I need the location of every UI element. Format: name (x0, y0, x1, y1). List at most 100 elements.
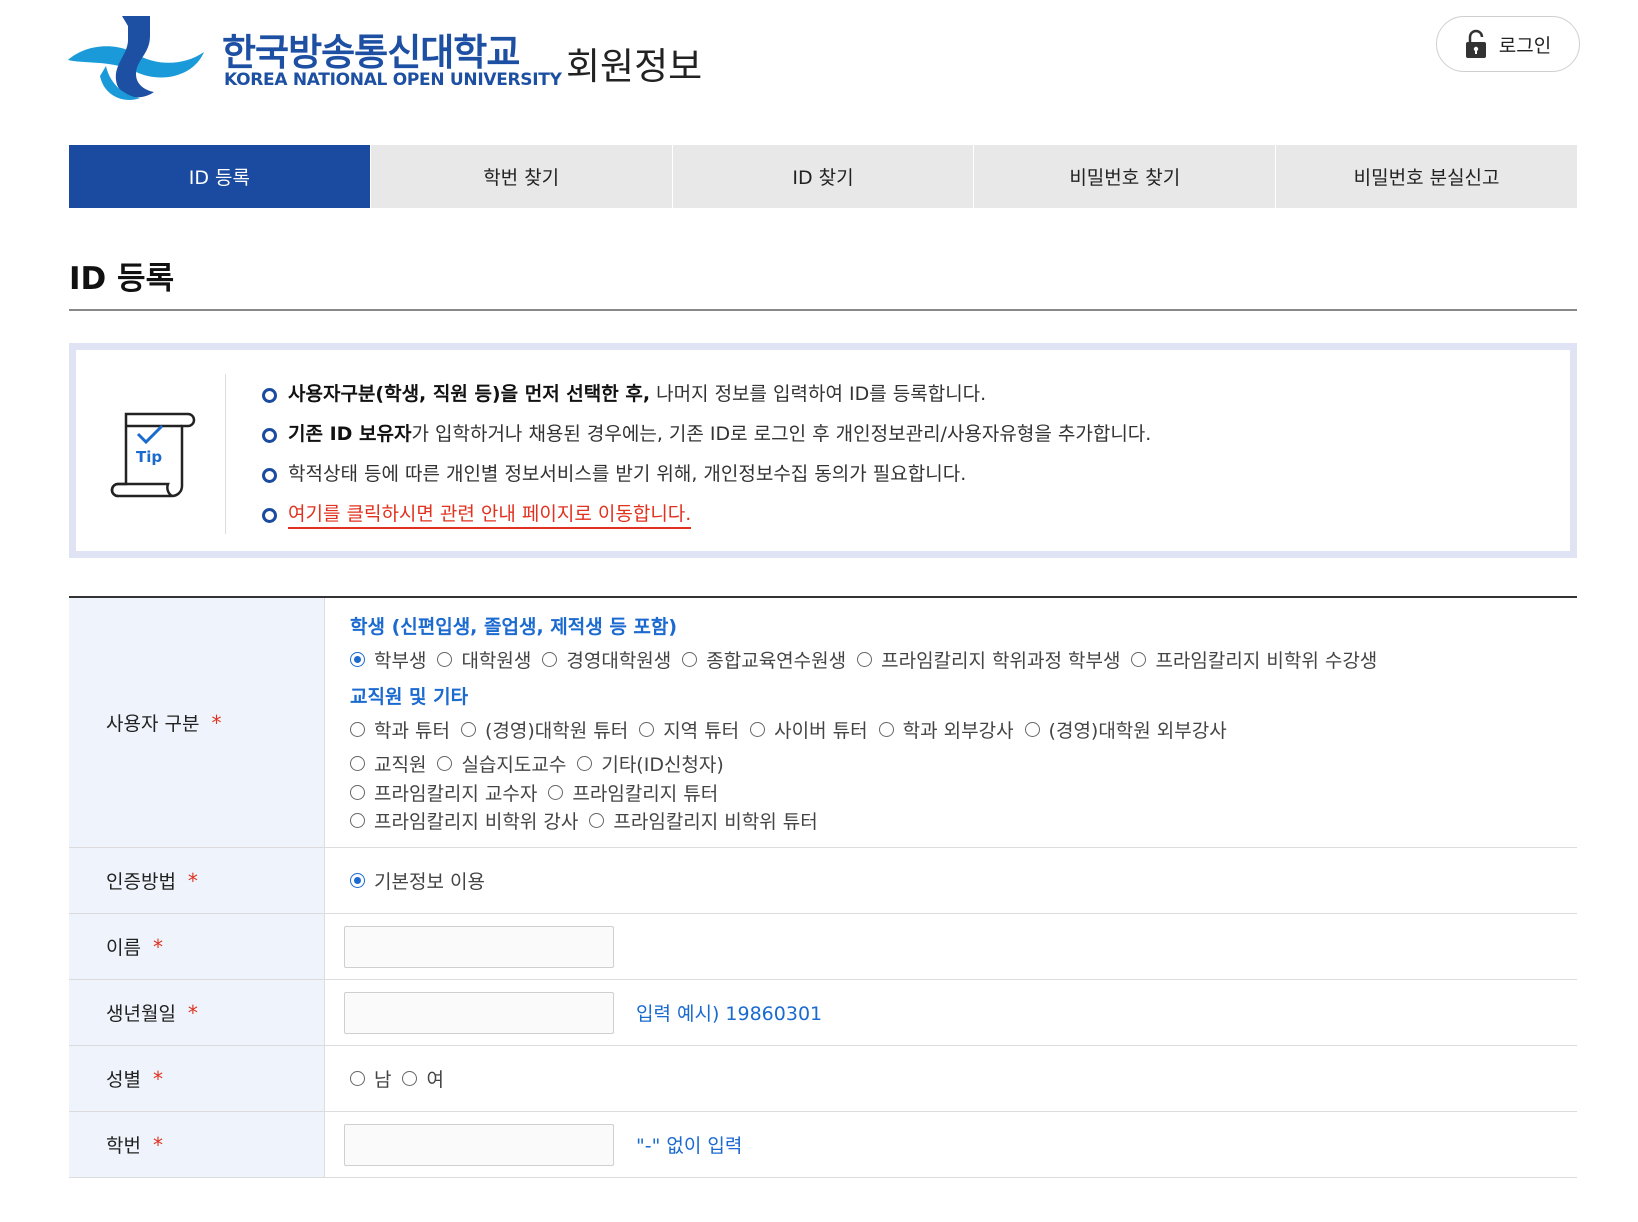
logo-text-korean: 한국방송통신대학교 (222, 31, 520, 74)
tip-item: 사용자구분(학생, 직원 등)을 먼저 선택한 후, 나머지 정보를 입력하여 … (262, 374, 1151, 414)
lock-icon (1465, 29, 1486, 58)
radio-dot (548, 784, 564, 800)
auth-method-label: 인증방법 * (69, 848, 325, 913)
radio-dot (437, 652, 453, 668)
section-divider (69, 309, 1577, 311)
user-type-radio[interactable]: 실습지도교수 (437, 750, 566, 777)
user-type-label: 사용자 구분 * (69, 598, 325, 847)
radio-dot (402, 1071, 418, 1086)
required-mark: * (152, 1066, 163, 1091)
radio-dot (857, 652, 873, 668)
gender-value: 남 여 (325, 1046, 1577, 1111)
radio-dot (350, 784, 365, 800)
staff-group-title: 교직원 및 기타 (350, 685, 469, 708)
user-type-radio[interactable]: (경영)대학원 튜터 (460, 716, 628, 743)
user-type-radio[interactable]: 프라임칼리지 교수자 (350, 779, 537, 806)
student-number-label: 학번 * (69, 1112, 325, 1177)
required-mark: * (187, 868, 198, 893)
section-title: ID 등록 (69, 261, 175, 297)
auth-method-radio[interactable]: 기본정보 이용 (350, 867, 485, 894)
tip-item: 여기를 클릭하시면 관련 안내 페이지로 이동합니다. (262, 494, 1151, 534)
radio-dot (437, 755, 453, 771)
tab-find-id[interactable]: ID 찾기 (671, 145, 974, 208)
gender-radio-female[interactable]: 여 (402, 1065, 444, 1092)
tip-icon-label: Tip (136, 448, 162, 466)
user-type-radio[interactable]: 경영대학원생 (542, 646, 671, 673)
guide-page-link[interactable]: 여기를 클릭하시면 관련 안내 페이지로 이동합니다. (288, 503, 692, 529)
tip-scroll-icon: Tip (110, 412, 196, 498)
radio-dot (350, 721, 365, 737)
tab-find-password[interactable]: 비밀번호 찾기 (973, 145, 1275, 208)
user-type-options: 학생 (신편입생, 졸업생, 제적생 등 포함) 학부생 대학원생 경영대학원생 종합… (325, 598, 1577, 847)
radio-dot (350, 652, 365, 668)
user-type-radio[interactable]: 지역 튜터 (639, 716, 739, 743)
required-mark: * (211, 710, 222, 735)
birth-date-input[interactable] (344, 991, 614, 1034)
name-row: 이름 * (69, 914, 1577, 980)
tip-divider (225, 374, 226, 534)
required-mark: * (187, 1000, 198, 1025)
student-radio-group: 학부생 대학원생 경영대학원생 종합교육연수원생 프라임칼리지 학위과정 학부생 프라임칼… (350, 644, 1388, 676)
radio-dot (350, 873, 365, 888)
radio-dot (878, 721, 894, 737)
tip-item: 학적상태 등에 따른 개인별 정보서비스를 받기 위해, 개인정보수집 동의가 … (262, 454, 1151, 494)
user-type-radio[interactable]: 프라임칼리지 학위과정 학부생 (857, 646, 1120, 673)
member-tabs: ID 등록 학번 찾기 ID 찾기 비밀번호 찾기 비밀번호 분실신고 (69, 145, 1577, 208)
tab-find-student-number[interactable]: 학번 찾기 (369, 145, 672, 208)
radio-dot (350, 813, 365, 829)
tip-item: 기존 ID 보유자가 입학하거나 채용된 경우에는, 기존 ID로 로그인 후 … (262, 414, 1151, 454)
user-type-radio[interactable]: 교직원 (350, 750, 426, 777)
staff-radio-group: 프라임칼리지 교수자 프라임칼리지 튜터 (350, 778, 729, 807)
birth-row: 생년월일 * 입력 예시) 19860301 (69, 980, 1577, 1046)
user-type-radio[interactable]: 학부생 (350, 646, 426, 673)
required-mark: * (152, 934, 163, 959)
user-type-radio[interactable]: 사이버 튜터 (750, 716, 868, 743)
header: 한국방송통신대학교 KOREA NATIONAL OPEN UNIVERSITY… (0, 0, 1638, 140)
user-type-radio[interactable]: 대학원생 (437, 646, 531, 673)
tip-box: Tip 사용자구분(학생, 직원 등)을 먼저 선택한 후, 나머지 정보를 입… (69, 343, 1577, 558)
tab-report-lost-password[interactable]: 비밀번호 분실신고 (1275, 145, 1577, 208)
login-button[interactable]: 로그인 (1436, 16, 1580, 72)
name-input[interactable] (344, 925, 614, 968)
tab-id-register[interactable]: ID 등록 (69, 145, 370, 208)
radio-dot (542, 652, 558, 668)
page-heading: 회원정보 (566, 45, 703, 88)
birth-value: 입력 예시) 19860301 (325, 980, 1577, 1045)
radio-dot (750, 721, 766, 737)
user-type-radio[interactable]: 프라임칼리지 비학위 강사 (350, 807, 578, 834)
student-number-row: 학번 * "-" 없이 입력 (69, 1112, 1577, 1178)
radio-dot (589, 813, 605, 829)
radio-dot (639, 721, 655, 737)
radio-dot (1131, 652, 1147, 668)
gender-row: 성별 * 남 여 (69, 1046, 1577, 1112)
user-type-radio[interactable]: 프라임칼리지 비학위 튜터 (589, 807, 818, 834)
user-type-radio[interactable]: 학과 튜터 (350, 716, 450, 743)
user-type-row: 사용자 구분 * 학생 (신편입생, 졸업생, 제적생 등 포함) 학부생 대학원생… (69, 598, 1577, 848)
user-type-radio[interactable]: 프라임칼리지 튜터 (548, 779, 718, 806)
staff-radio-group: 학과 튜터 (경영)대학원 튜터 지역 튜터 사이버 튜터 학과 외부강사 (경영)대학원… (350, 714, 1238, 746)
student-group-title: 학생 (신편입생, 졸업생, 제적생 등 포함) (350, 616, 678, 638)
required-mark: * (152, 1132, 163, 1157)
radio-dot (460, 721, 476, 737)
tip-list: 사용자구분(학생, 직원 등)을 먼저 선택한 후, 나머지 정보를 입력하여 … (262, 374, 1151, 534)
name-value (325, 914, 1577, 979)
radio-dot (682, 652, 698, 668)
registration-form: 사용자 구분 * 학생 (신편입생, 졸업생, 제적생 등 포함) 학부생 대학원생… (69, 596, 1577, 1178)
birth-label: 생년월일 * (69, 980, 325, 1045)
birth-date-hint: 입력 예시) 19860301 (636, 1003, 823, 1025)
user-type-radio[interactable]: 프라임칼리지 비학위 수강생 (1131, 646, 1377, 673)
auth-method-value: 기본정보 이용 (325, 848, 1577, 913)
user-type-radio[interactable]: (경영)대학원 외부강사 (1024, 716, 1227, 743)
gender-radio-male[interactable]: 남 (350, 1065, 391, 1092)
auth-method-row: 인증방법 * 기본정보 이용 (69, 848, 1577, 914)
user-type-radio[interactable]: 종합교육연수원생 (682, 646, 846, 673)
login-label: 로그인 (1498, 34, 1552, 57)
user-type-radio[interactable]: 학과 외부강사 (878, 716, 1014, 743)
name-label: 이름 * (69, 914, 325, 979)
user-type-radio[interactable]: 기타(ID신청자) (577, 750, 724, 777)
student-number-input[interactable] (344, 1123, 614, 1166)
radio-dot (1024, 721, 1040, 737)
university-logo-icon[interactable] (66, 14, 206, 104)
gender-label: 성별 * (69, 1046, 325, 1111)
radio-dot (577, 755, 593, 771)
